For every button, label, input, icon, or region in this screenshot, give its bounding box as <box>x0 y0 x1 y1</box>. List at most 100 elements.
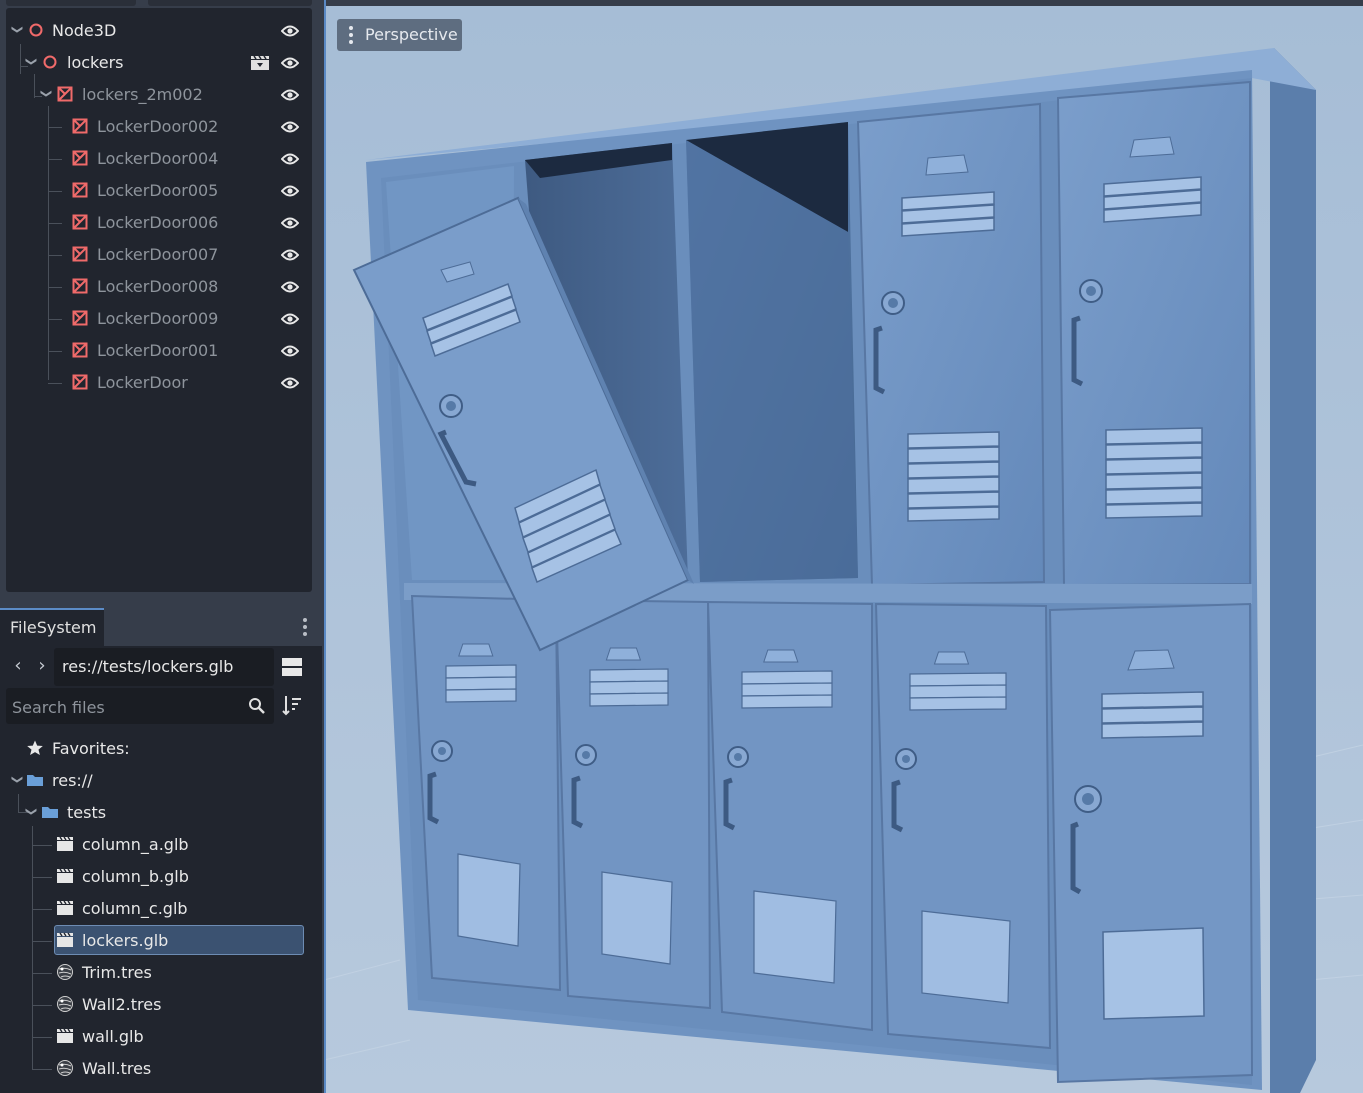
tree-item-locker-door[interactable]: LockerDoor007 <box>6 239 312 271</box>
chevron-down-icon[interactable]: ❯ <box>39 89 53 99</box>
split-layout-toggle-icon[interactable] <box>281 656 303 678</box>
folder-item-res-root[interactable]: ❯ res:// <box>6 765 310 797</box>
dock-menu-button[interactable] <box>298 616 312 638</box>
search-icon[interactable] <box>248 697 266 715</box>
visibility-eye-icon[interactable] <box>281 184 299 198</box>
file-item[interactable]: column_a.glb <box>6 829 310 861</box>
tab-label: FileSystem <box>10 618 97 637</box>
tree-item-locker-door[interactable]: LockerDoor004 <box>6 143 312 175</box>
chevron-down-icon[interactable]: ❯ <box>24 807 38 817</box>
file-item[interactable]: Wall2.tres <box>6 989 310 1021</box>
mesh-instance-icon <box>72 278 88 294</box>
visibility-eye-icon[interactable] <box>281 280 299 294</box>
chevron-down-icon[interactable]: ❯ <box>10 25 24 35</box>
tree-item-label: LockerDoor <box>97 373 188 392</box>
tree-item-label: LockerDoor002 <box>97 117 219 136</box>
visibility-eye-icon[interactable] <box>281 152 299 166</box>
locker-side-panel <box>1270 48 1316 1093</box>
favorites-item[interactable]: Favorites: <box>6 733 310 765</box>
viewport-top-bar <box>326 0 1363 6</box>
tree-item-label: LockerDoor007 <box>97 245 219 264</box>
folder-icon <box>42 807 58 818</box>
search-input[interactable] <box>6 688 244 726</box>
locker-door <box>1048 602 1254 1084</box>
tree-guide <box>32 845 52 846</box>
locker-door <box>874 602 1052 1050</box>
favorites-label: Favorites: <box>52 739 130 758</box>
scene-file-icon <box>57 900 73 915</box>
tree-item-lockers-2m002[interactable]: ❯ lockers_2m002 <box>6 79 312 111</box>
node3d-icon <box>43 55 57 69</box>
tree-item-locker-door[interactable]: LockerDoor008 <box>6 271 312 303</box>
viewport-focus-border <box>324 0 326 1093</box>
mesh-instance-icon <box>72 310 88 326</box>
tree-item-locker-door[interactable]: LockerDoor009 <box>6 303 312 335</box>
tree-guide <box>32 1005 52 1006</box>
filesystem-tree: Favorites: ❯ res:// ❯ tests column_a.glb… <box>6 730 310 1093</box>
3d-viewport[interactable] <box>324 0 1363 1093</box>
star-icon <box>27 740 43 755</box>
sort-icon[interactable] <box>281 694 303 716</box>
viewport-scene <box>324 0 1363 1093</box>
visibility-eye-icon[interactable] <box>281 376 299 390</box>
visibility-eye-icon[interactable] <box>281 312 299 326</box>
tree-item-locker-door[interactable]: LockerDoor002 <box>6 111 312 143</box>
left-dock: ❯ Node3D ❯ lockers ❯ lockers_2m002 Locke… <box>0 0 322 1093</box>
locker-model <box>352 48 1316 1093</box>
file-item-selected[interactable]: lockers.glb <box>6 925 310 957</box>
file-name: column_a.glb <box>82 835 189 854</box>
file-name: wall.glb <box>82 1027 144 1046</box>
mesh-instance-icon <box>72 374 88 390</box>
visibility-eye-icon[interactable] <box>281 88 299 102</box>
tree-item-label: LockerDoor004 <box>97 149 219 168</box>
tree-item-locker-door[interactable]: LockerDoor001 <box>6 335 312 367</box>
locker-door <box>706 600 873 1032</box>
file-item[interactable]: Wall.tres <box>6 1053 310 1085</box>
file-item[interactable]: column_b.glb <box>6 861 310 893</box>
tree-item-label: LockerDoor005 <box>97 181 219 200</box>
view-mode-label: Perspective <box>365 25 458 44</box>
history-forward-button[interactable]: › <box>34 656 50 676</box>
file-item[interactable]: Trim.tres <box>6 957 310 989</box>
chevron-down-icon[interactable]: ❯ <box>24 57 38 67</box>
tree-guide <box>32 877 52 878</box>
file-item[interactable]: column_c.glb <box>6 893 310 925</box>
visibility-eye-icon[interactable] <box>281 216 299 230</box>
visibility-eye-icon[interactable] <box>281 120 299 134</box>
tree-item-node3d[interactable]: ❯ Node3D <box>6 15 312 47</box>
tree-guide <box>48 191 62 192</box>
mesh-instance-icon <box>57 86 73 102</box>
tree-item-lockers[interactable]: ❯ lockers <box>6 47 312 79</box>
material-sphere-icon <box>57 1060 73 1076</box>
file-name: Wall2.tres <box>82 995 162 1014</box>
visibility-eye-icon[interactable] <box>281 248 299 262</box>
chevron-down-icon[interactable]: ❯ <box>10 775 24 785</box>
tab-filesystem[interactable]: FileSystem <box>0 608 104 646</box>
folder-label: tests <box>67 803 107 822</box>
scene-file-icon <box>57 868 73 883</box>
folder-item-tests[interactable]: ❯ tests <box>6 797 310 829</box>
current-path-field[interactable]: res://tests/lockers.glb <box>54 648 274 686</box>
history-back-button[interactable]: ‹ <box>10 656 26 676</box>
visibility-eye-icon[interactable] <box>281 344 299 358</box>
view-perspective-menu-button[interactable]: Perspective <box>337 19 462 51</box>
current-path-text: res://tests/lockers.glb <box>62 657 234 676</box>
scene-tree: ❯ Node3D ❯ lockers ❯ lockers_2m002 Locke… <box>6 8 312 592</box>
tree-item-locker-door[interactable]: LockerDoor006 <box>6 207 312 239</box>
tree-item-label: LockerDoor006 <box>97 213 219 232</box>
locker-door <box>554 598 712 1010</box>
tree-item-locker-door[interactable]: LockerDoor005 <box>6 175 312 207</box>
open-scene-clapperboard-icon[interactable] <box>250 55 270 71</box>
tree-guide <box>32 909 52 910</box>
visibility-eye-icon[interactable] <box>281 56 299 70</box>
tree-item-label: Node3D <box>52 21 117 40</box>
file-item[interactable]: wall.glb <box>6 1021 310 1053</box>
mesh-instance-icon <box>72 118 88 134</box>
kebab-menu-icon <box>349 26 353 47</box>
scene-file-icon <box>57 932 73 947</box>
visibility-eye-icon[interactable] <box>281 24 299 38</box>
tree-guide <box>48 255 62 256</box>
search-files-field[interactable] <box>6 688 274 726</box>
tree-item-locker-door[interactable]: LockerDoor <box>6 367 312 399</box>
tree-guide <box>48 127 62 128</box>
